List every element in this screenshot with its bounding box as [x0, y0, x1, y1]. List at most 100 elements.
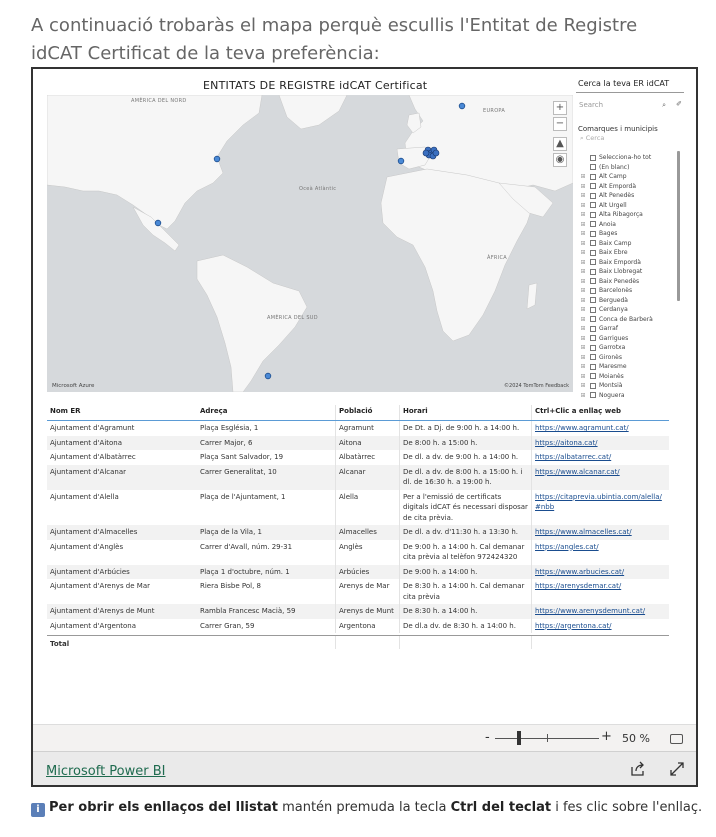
- slicer-item[interactable]: ⊞ Baix Empordà: [578, 258, 674, 268]
- checkbox[interactable]: [590, 335, 596, 342]
- col-horari[interactable]: Horari: [399, 405, 531, 420]
- checkbox[interactable]: [590, 354, 596, 361]
- slicer-item[interactable]: ⊞ Maresme: [578, 362, 674, 372]
- col-poblacio[interactable]: Població: [335, 405, 399, 420]
- cell-enllac[interactable]: https://www.alcanar.cat/: [531, 464, 669, 490]
- slicer-item[interactable]: ⊞ Anoia: [578, 220, 674, 230]
- slicer-scrollbar[interactable]: [677, 151, 680, 301]
- expand-icon[interactable]: ⊞: [578, 354, 588, 361]
- checkbox[interactable]: [590, 316, 596, 323]
- slicer-item[interactable]: ⊞ Conca de Barberà: [578, 315, 674, 325]
- fit-to-page-icon[interactable]: [670, 734, 683, 744]
- cell-enllac[interactable]: https://www.agramunt.cat/: [531, 421, 669, 436]
- slicer-item[interactable]: Selecciona-ho tot: [578, 153, 674, 163]
- expand-icon[interactable]: ⊞: [578, 278, 588, 285]
- slicer-item[interactable]: ⊞ Montsià: [578, 381, 674, 391]
- cell-enllac[interactable]: https://albatarrec.cat/: [531, 450, 669, 465]
- checkbox[interactable]: [590, 211, 596, 218]
- tomtom-credit[interactable]: ©2024 TomTom Feedback: [504, 383, 569, 389]
- expand-icon[interactable]: ⊞: [578, 173, 588, 180]
- expand-icon[interactable]: ⊞: [578, 344, 588, 351]
- checkbox[interactable]: [590, 268, 596, 275]
- slicer-search-input[interactable]: Search ⌕ ✐: [576, 100, 684, 113]
- slicer-item[interactable]: ⊞ Bages: [578, 229, 674, 239]
- checkbox[interactable]: [590, 325, 596, 332]
- expand-icon[interactable]: ⊞: [578, 297, 588, 304]
- slicer-item[interactable]: ⊞ Alt Penedès: [578, 191, 674, 201]
- expand-icon[interactable]: ⊞: [578, 287, 588, 294]
- map-zoom-in-button[interactable]: +: [553, 101, 567, 115]
- slicer-item[interactable]: ⊞ Moianès: [578, 372, 674, 382]
- col-enllac-web[interactable]: Ctrl+Clic a enllaç web: [531, 405, 669, 420]
- checkbox[interactable]: [590, 373, 596, 380]
- world-map[interactable]: AMÈRICA DEL NORD EUROPA Oceà Atlàntic ÀF…: [47, 95, 573, 392]
- checkbox[interactable]: [590, 230, 596, 237]
- zoom-out-button[interactable]: -: [485, 730, 490, 745]
- map-locate-button[interactable]: ◉: [553, 153, 567, 167]
- cell-enllac[interactable]: https://argentona.cat/: [531, 618, 669, 633]
- slicer-item[interactable]: ⊞ Baix Ebre: [578, 248, 674, 258]
- slicer-item[interactable]: (En blanc): [578, 163, 674, 173]
- slicer-item[interactable]: ⊞ Baix Penedès: [578, 277, 674, 287]
- checkbox[interactable]: [590, 306, 596, 313]
- checkbox[interactable]: [590, 392, 596, 399]
- col-nom-er[interactable]: Nom ER: [47, 405, 197, 420]
- slicer-item[interactable]: ⊞ Gironès: [578, 353, 674, 363]
- powerbi-link[interactable]: Microsoft Power BI: [46, 764, 165, 779]
- eraser-icon[interactable]: ✐: [676, 100, 682, 108]
- checkbox[interactable]: [590, 154, 596, 161]
- slicer-item[interactable]: ⊞ Alta Ribagorça: [578, 210, 674, 220]
- expand-icon[interactable]: ⊞: [578, 335, 588, 342]
- slicer-item[interactable]: ⊞ Alt Empordà: [578, 182, 674, 192]
- expand-icon[interactable]: ⊞: [578, 363, 588, 370]
- checkbox[interactable]: [590, 344, 596, 351]
- expand-icon[interactable]: ⊞: [578, 316, 588, 323]
- checkbox[interactable]: [590, 249, 596, 256]
- expand-icon[interactable]: ⊞: [578, 230, 588, 237]
- expand-icon[interactable]: [669, 761, 685, 777]
- zoom-in-button[interactable]: +: [601, 729, 612, 744]
- slicer-item[interactable]: ⊞ Garrotxa: [578, 343, 674, 353]
- cell-enllac[interactable]: https://www.arenysdemunt.cat/: [531, 604, 669, 619]
- expand-icon[interactable]: ⊞: [578, 240, 588, 247]
- slicer-item[interactable]: ⊞ Barcelonès: [578, 286, 674, 296]
- share-icon[interactable]: [630, 761, 646, 777]
- checkbox[interactable]: [590, 240, 596, 247]
- checkbox[interactable]: [590, 164, 596, 171]
- expand-icon[interactable]: ⊞: [578, 249, 588, 256]
- slicer-item[interactable]: ⊞ Garrigues: [578, 334, 674, 344]
- cell-enllac[interactable]: https://angles.cat/: [531, 539, 669, 565]
- expand-icon[interactable]: ⊞: [578, 202, 588, 209]
- checkbox[interactable]: [590, 202, 596, 209]
- expand-icon[interactable]: ⊞: [578, 221, 588, 228]
- cell-enllac[interactable]: https://www.almacelles.cat/: [531, 525, 669, 540]
- expand-icon[interactable]: ⊞: [578, 268, 588, 275]
- expand-icon[interactable]: ⊞: [578, 211, 588, 218]
- zoom-slider-thumb[interactable]: [517, 731, 521, 745]
- checkbox[interactable]: [590, 183, 596, 190]
- expand-icon[interactable]: ⊞: [578, 306, 588, 313]
- slicer-item[interactable]: ⊞ Alt Camp: [578, 172, 674, 182]
- cell-enllac[interactable]: https://arenysdemar.cat/: [531, 579, 669, 604]
- map-compass-button[interactable]: ▲: [553, 137, 567, 151]
- slicer-item[interactable]: ⊞ Alt Urgell: [578, 201, 674, 211]
- col-adreca[interactable]: Adreça: [197, 405, 335, 420]
- checkbox[interactable]: [590, 382, 596, 389]
- checkbox[interactable]: [590, 173, 596, 180]
- slicer-item[interactable]: ⊞ Noguera: [578, 391, 674, 401]
- expand-icon[interactable]: ⊞: [578, 259, 588, 266]
- map-zoom-out-button[interactable]: −: [553, 117, 567, 131]
- checkbox[interactable]: [590, 363, 596, 370]
- checkbox[interactable]: [590, 192, 596, 199]
- checkbox[interactable]: [590, 221, 596, 228]
- slicer-item[interactable]: ⊞ Baix Camp: [578, 239, 674, 249]
- checkbox[interactable]: [590, 297, 596, 304]
- checkbox[interactable]: [590, 278, 596, 285]
- cell-enllac[interactable]: https://citaprevia.ubintia.com/alella/#n…: [531, 489, 669, 525]
- expand-icon[interactable]: ⊞: [578, 373, 588, 380]
- cell-enllac[interactable]: https://www.arbucies.cat/: [531, 564, 669, 579]
- checkbox[interactable]: [590, 259, 596, 266]
- expand-icon[interactable]: ⊞: [578, 382, 588, 389]
- slicer-item[interactable]: ⊞ Berguedà: [578, 296, 674, 306]
- checkbox[interactable]: [590, 287, 596, 294]
